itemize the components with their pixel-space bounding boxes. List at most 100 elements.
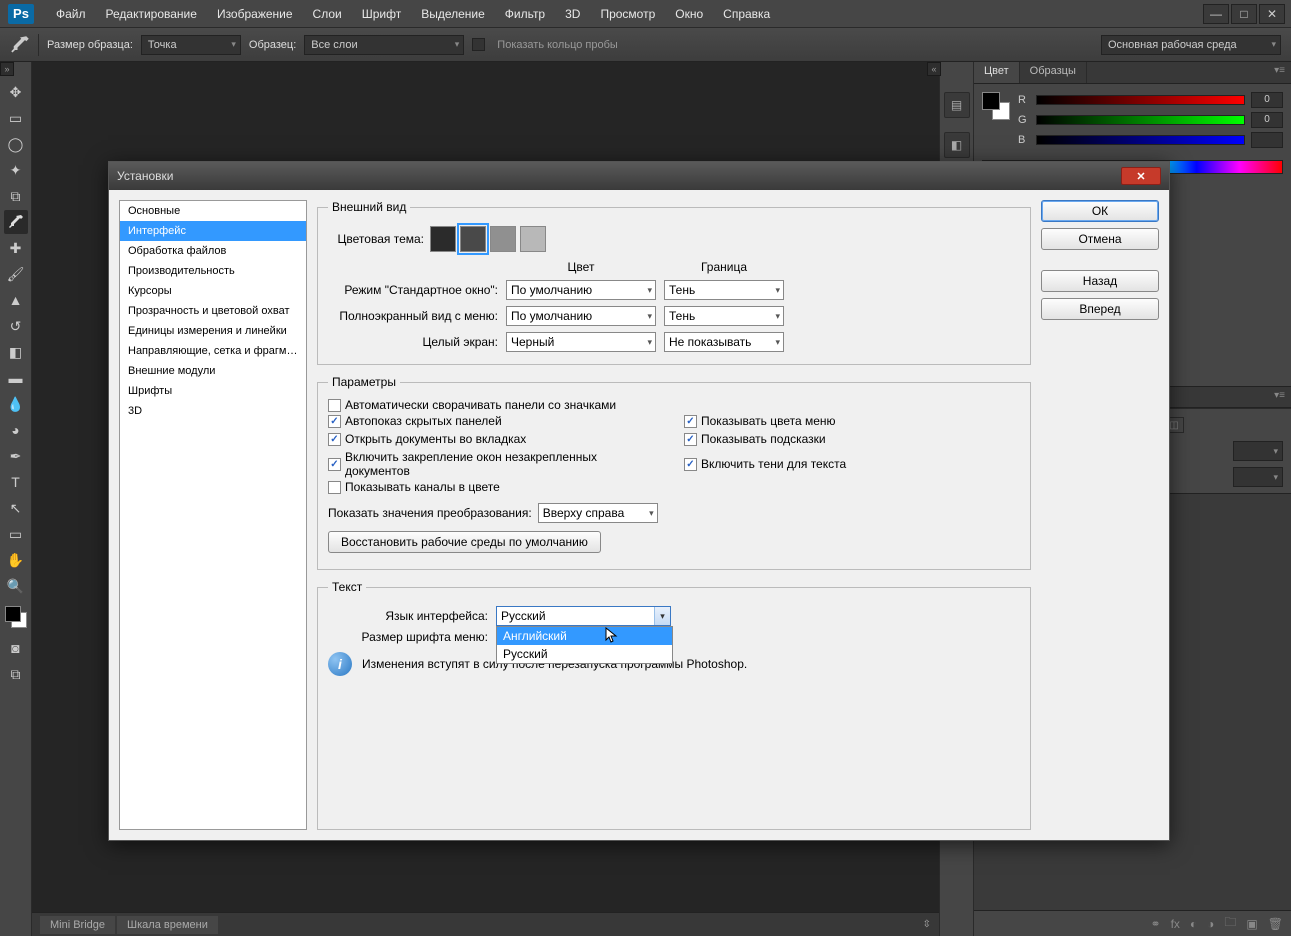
menu-help[interactable]: Справка [713,7,780,21]
menu-window[interactable]: Окно [665,7,713,21]
fullscreen-color-select[interactable]: Черный [506,332,656,352]
path-select-tool[interactable]: ↖ [4,496,28,520]
fx-icon[interactable]: fx [1171,917,1180,931]
quickmask-tool[interactable]: ◙ [4,636,28,660]
bottom-toggle-icon[interactable]: ⇳ [923,919,931,930]
eyedropper-tool[interactable] [4,210,28,234]
r-value[interactable]: 0 [1251,92,1283,108]
mask-icon[interactable]: ◐ [1190,917,1197,931]
show-ring-checkbox[interactable] [472,38,485,51]
close-button[interactable]: ✕ [1259,4,1285,24]
pref-cat-transparency[interactable]: Прозрачность и цветовой охват [120,301,306,321]
next-button[interactable]: Вперед [1041,298,1159,320]
b-slider[interactable] [1036,135,1245,145]
heal-tool[interactable]: ✚ [4,236,28,260]
blur-tool[interactable]: 💧 [4,392,28,416]
app-logo[interactable]: Ps [8,4,34,24]
history-panel-icon[interactable]: ▤ [944,92,970,118]
menu-type[interactable]: Шрифт [352,7,411,21]
zoom-tool[interactable]: 🔍 [4,574,28,598]
menu-3d[interactable]: 3D [555,7,590,21]
hand-tool[interactable]: ✋ [4,548,28,572]
standard-border-select[interactable]: Тень [664,280,784,300]
menu-edit[interactable]: Редактирование [96,7,207,21]
pref-cat-performance[interactable]: Производительность [120,261,306,281]
screenmode-tool[interactable]: ⧉ [4,662,28,686]
prev-button[interactable]: Назад [1041,270,1159,292]
color-tab[interactable]: Цвет [974,62,1020,83]
timeline-tab[interactable]: Шкала времени [117,916,218,934]
expand-toolbar-toggle[interactable]: » [0,62,14,76]
marquee-tool[interactable]: ▭ [4,106,28,130]
menu-image[interactable]: Изображение [207,7,303,21]
theme-swatch-1[interactable] [430,226,456,252]
swatches-tab[interactable]: Образцы [1020,62,1087,83]
lang-option-english[interactable]: Английский [497,627,672,645]
b-value[interactable] [1251,132,1283,148]
layers-panel-menu-icon[interactable]: ▾≡ [1268,387,1291,407]
lang-option-russian[interactable]: Русский [497,645,672,663]
pref-cat-interface[interactable]: Интерфейс [120,221,306,241]
minimize-button[interactable]: — [1203,4,1229,24]
pref-cat-filehandling[interactable]: Обработка файлов [120,241,306,261]
pref-cat-3d[interactable]: 3D [120,401,306,421]
fg-color[interactable] [5,606,21,622]
chk-auto-collapse[interactable] [328,399,341,412]
chk-channels-color[interactable] [328,481,341,494]
r-slider[interactable] [1036,95,1245,105]
theme-swatch-3[interactable] [490,226,516,252]
transform-select[interactable]: Вверху справа [538,503,658,523]
chk-menu-colors[interactable]: ✓ [684,415,697,428]
trash-icon[interactable]: 🗑 [1268,917,1283,931]
crop-tool[interactable]: ⧉ [4,184,28,208]
fill-select[interactable] [1233,467,1283,487]
chevron-down-icon[interactable]: ▾ [654,607,670,625]
lasso-tool[interactable]: ◯ [4,132,28,156]
menu-select[interactable]: Выделение [411,7,495,21]
brush-tool[interactable]: 🖌 [4,262,28,286]
g-value[interactable]: 0 [1251,112,1283,128]
menu-view[interactable]: Просмотр [590,7,665,21]
stamp-tool[interactable]: ▲ [4,288,28,312]
link-layers-icon[interactable]: ⚭ [1151,917,1161,931]
fullmenu-color-select[interactable]: По умолчанию [506,306,656,326]
pref-cat-units[interactable]: Единицы измерения и линейки [120,321,306,341]
fullscreen-border-select[interactable]: Не показывать [664,332,784,352]
menu-file[interactable]: Файл [46,7,96,21]
pref-cat-general[interactable]: Основные [120,201,306,221]
chk-tooltips[interactable]: ✓ [684,433,697,446]
pref-cat-cursors[interactable]: Курсоры [120,281,306,301]
wand-tool[interactable]: ✦ [4,158,28,182]
fullmenu-border-select[interactable]: Тень [664,306,784,326]
gradient-tool[interactable]: ▬ [4,366,28,390]
history-brush-tool[interactable]: ↺ [4,314,28,338]
standard-color-select[interactable]: По умолчанию [506,280,656,300]
theme-swatch-2[interactable] [460,226,486,252]
eraser-tool[interactable]: ◧ [4,340,28,364]
pref-cat-guides[interactable]: Направляющие, сетка и фрагменты [120,341,306,361]
opacity-select[interactable] [1233,441,1283,461]
chk-enable-dock[interactable]: ✓ [328,458,341,471]
maximize-button[interactable]: □ [1231,4,1257,24]
pref-cat-plugins[interactable]: Внешние модули [120,361,306,381]
dialog-titlebar[interactable]: Установки ✕ [109,162,1169,190]
properties-panel-icon[interactable]: ◧ [944,132,970,158]
move-tool[interactable]: ✥ [4,80,28,104]
menu-layers[interactable]: Слои [303,7,352,21]
workspace-select[interactable]: Основная рабочая среда [1101,35,1281,55]
sample-select[interactable]: Все слои [304,35,464,55]
shape-tool[interactable]: ▭ [4,522,28,546]
reset-workspaces-button[interactable]: Восстановить рабочие среды по умолчанию [328,531,601,553]
adjustment-icon[interactable]: ◑ [1207,917,1214,931]
expand-panels-toggle[interactable]: « [927,62,941,76]
dodge-tool[interactable]: ◕ [4,418,28,442]
sample-size-select[interactable]: Точка [141,35,241,55]
chk-auto-show[interactable]: ✓ [328,415,341,428]
mini-bridge-tab[interactable]: Mini Bridge [40,916,115,934]
chk-open-tabs[interactable]: ✓ [328,433,341,446]
g-slider[interactable] [1036,115,1245,125]
pref-cat-type[interactable]: Шрифты [120,381,306,401]
lang-select[interactable]: Русский ▾ Английский Русский [496,606,671,626]
panel-menu-icon[interactable]: ▾≡ [1268,62,1291,83]
ok-button[interactable]: ОК [1041,200,1159,222]
